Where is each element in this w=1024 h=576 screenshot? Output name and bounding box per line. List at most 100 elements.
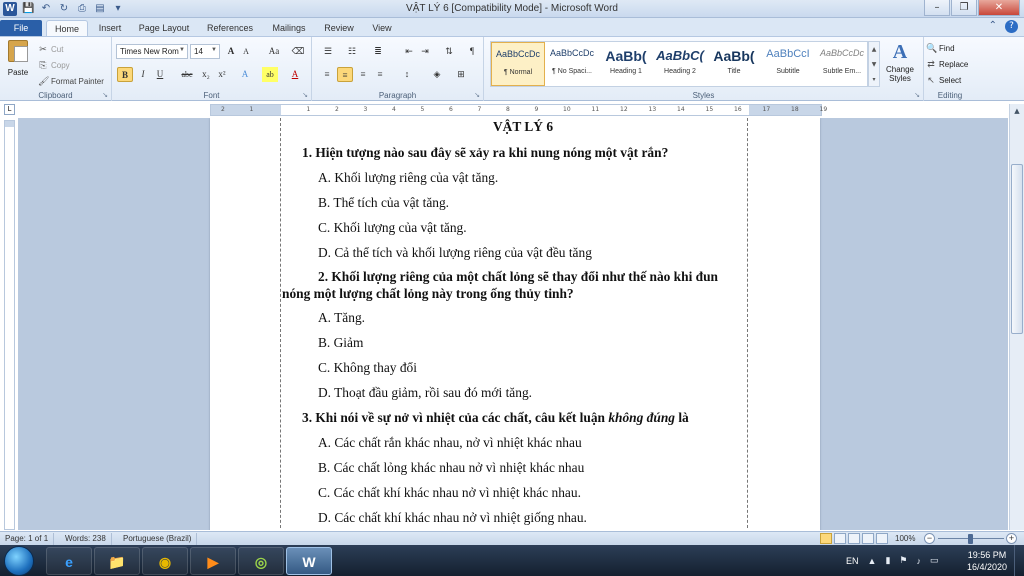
chrome-icon[interactable]: ◉ xyxy=(142,547,188,575)
shading-icon[interactable]: ◈ xyxy=(428,67,446,82)
minimize-button[interactable]: – xyxy=(924,0,950,16)
q1-option-c[interactable]: C. Khối lượng của vật tăng. xyxy=(318,220,467,236)
zoom-slider-thumb[interactable] xyxy=(968,534,973,544)
grow-font-button[interactable]: A xyxy=(224,44,238,59)
change-styles-button[interactable]: A Change Styles xyxy=(882,41,918,87)
zoom-in-button[interactable]: + xyxy=(1006,533,1017,544)
justify-icon[interactable]: ≡ xyxy=(373,67,387,82)
q3-option-b[interactable]: B. Các chất lỏng khác nhau nở vì nhiệt k… xyxy=(318,460,584,476)
horizontal-ruler[interactable]: 2 1 1 2 3 4 5 6 7 8 9 10 11 12 13 14 15 16 17 18 19 xyxy=(210,104,827,116)
app-icon[interactable]: ◎ xyxy=(238,547,284,575)
question-2-line-1[interactable]: 2. Khối lượng riêng của một chất lỏng sẽ… xyxy=(318,269,718,285)
word-count[interactable]: Words: 238 xyxy=(60,533,112,545)
show-desktop-button[interactable] xyxy=(1014,545,1024,576)
style-normal[interactable]: AaBbCcDc ¶ Normal xyxy=(491,42,545,86)
vertical-scrollbar[interactable]: ▲ xyxy=(1009,104,1024,530)
q2-option-a[interactable]: A. Tăng. xyxy=(318,310,365,326)
tab-references[interactable]: References xyxy=(202,20,258,36)
q1-option-a[interactable]: A. Khối lượng riêng của vật tăng. xyxy=(318,170,498,186)
increase-indent-icon[interactable]: ⇥ xyxy=(418,44,432,59)
strikethrough-button[interactable]: abc xyxy=(178,67,196,82)
font-launcher-icon[interactable]: ↘ xyxy=(302,91,308,99)
tab-selector[interactable]: L xyxy=(4,104,15,115)
subscript-button[interactable]: x₂ xyxy=(199,67,213,82)
superscript-button[interactable]: x² xyxy=(215,67,229,82)
clear-formatting-icon[interactable]: ⌫ xyxy=(290,44,306,59)
flag-icon[interactable]: ⚑ xyxy=(899,555,907,566)
align-right-icon[interactable]: ≡ xyxy=(356,67,370,82)
media-player-icon[interactable]: ▶ xyxy=(190,547,236,575)
zoom-level[interactable]: 100% xyxy=(895,533,915,545)
line-spacing-icon[interactable]: ↕ xyxy=(398,67,416,82)
font-size-box[interactable]: 14 ▼ xyxy=(190,44,220,59)
internet-explorer-icon[interactable]: e xyxy=(46,547,92,575)
select-button[interactable]: ↖ Select xyxy=(926,72,968,88)
find-button[interactable]: 🔍 Find xyxy=(926,40,968,56)
tab-view[interactable]: View xyxy=(366,20,398,36)
tab-home[interactable]: Home xyxy=(46,20,88,36)
bullets-icon[interactable]: ☰ xyxy=(320,44,336,59)
style-title[interactable]: AaBb( Title xyxy=(707,42,761,86)
tab-file[interactable]: File xyxy=(0,20,42,36)
format-painter-button[interactable]: 🖌 Format Painter xyxy=(38,73,104,89)
q2-option-b[interactable]: B. Giảm xyxy=(318,335,363,351)
q1-option-d[interactable]: D. Cả thể tích và khối lượng riêng của v… xyxy=(318,245,592,261)
volume-icon[interactable]: ♪ xyxy=(916,556,921,566)
style-subtitle[interactable]: AaBbCcI Subtitle xyxy=(761,42,815,86)
outline-icon[interactable] xyxy=(862,533,874,544)
tab-review[interactable]: Review xyxy=(320,20,358,36)
question-2-line-2[interactable]: nóng một lượng chất lỏng này trong ống t… xyxy=(282,286,574,302)
vertical-ruler[interactable] xyxy=(4,120,15,530)
text-effects-button[interactable]: A xyxy=(238,67,252,82)
style-heading-2[interactable]: AaBbC( Heading 2 xyxy=(653,42,707,86)
q3-option-c[interactable]: C. Các chất khí khác nhau nở vì nhiệt kh… xyxy=(318,485,581,501)
paste-button[interactable]: Paste xyxy=(4,40,32,80)
font-color-button[interactable]: A xyxy=(288,67,302,82)
cut-button[interactable]: ✂ Cut xyxy=(38,41,104,57)
style-no-spacing[interactable]: AaBbCcDc ¶ No Spaci... xyxy=(545,42,599,86)
underline-button[interactable]: U xyxy=(153,67,167,82)
paragraph-launcher-icon[interactable]: ↘ xyxy=(474,91,480,99)
tab-mailings[interactable]: Mailings xyxy=(266,20,312,36)
decrease-indent-icon[interactable]: ⇤ xyxy=(402,44,416,59)
question-3[interactable]: 3. Khi nói về sự nở vì nhiệt của các chấ… xyxy=(302,410,689,426)
draft-icon[interactable] xyxy=(876,533,888,544)
font-name-box[interactable]: Times New Rom ▼ xyxy=(116,44,188,59)
borders-icon[interactable]: ⊞ xyxy=(452,67,470,82)
q2-option-d[interactable]: D. Thoạt đầu giảm, rồi sau đó mới tăng. xyxy=(318,385,532,401)
help-icon[interactable]: ? xyxy=(1005,20,1018,33)
q1-option-b[interactable]: B. Thể tích của vật tăng. xyxy=(318,195,449,211)
file-explorer-icon[interactable]: 📁 xyxy=(94,547,140,575)
q3-option-d[interactable]: D. Các chất khí khác nhau nở vì nhiệt gi… xyxy=(318,510,587,526)
clipboard-launcher-icon[interactable]: ↘ xyxy=(102,91,108,99)
question-1[interactable]: 1. Hiện tượng nào sau đây sẽ xảy ra khi … xyxy=(302,145,668,161)
show-hide-button[interactable]: ¶ xyxy=(466,44,478,59)
print-layout-icon[interactable] xyxy=(820,533,832,544)
bold-button[interactable]: B xyxy=(117,67,133,82)
full-screen-reading-icon[interactable] xyxy=(834,533,846,544)
align-center-icon[interactable]: ≡ xyxy=(337,67,353,82)
network-icon[interactable]: ▮ xyxy=(885,555,890,566)
page-count[interactable]: Page: 1 of 1 xyxy=(0,533,55,545)
q3-option-a[interactable]: A. Các chất rắn khác nhau, nở vì nhiệt k… xyxy=(318,435,582,451)
close-button[interactable]: ✕ xyxy=(978,0,1020,16)
minimize-ribbon-icon[interactable]: ⌃ xyxy=(989,20,997,33)
shrink-font-button[interactable]: A xyxy=(240,44,252,59)
copy-button[interactable]: ⎘ Copy xyxy=(38,57,104,73)
battery-icon[interactable]: ▭ xyxy=(930,555,939,566)
styles-scroll[interactable]: ▲ ▼ ▾ xyxy=(868,41,880,87)
q2-option-c[interactable]: C. Không thay đổi xyxy=(318,360,417,376)
scrollbar-thumb[interactable] xyxy=(1011,164,1023,334)
start-button[interactable] xyxy=(4,546,34,576)
web-layout-icon[interactable] xyxy=(848,533,860,544)
zoom-out-button[interactable]: − xyxy=(924,533,935,544)
replace-button[interactable]: ⇄ Replace xyxy=(926,56,968,72)
highlight-button[interactable]: ab xyxy=(262,67,278,82)
tab-insert[interactable]: Insert xyxy=(92,20,128,36)
change-case-button[interactable]: Aa xyxy=(264,44,284,59)
numbering-icon[interactable]: ☷ xyxy=(344,44,360,59)
clock[interactable]: 19:56 PM 16/4/2020 xyxy=(962,549,1012,573)
style-subtle-emphasis[interactable]: AaBbCcDc Subtle Em... xyxy=(815,42,869,86)
styles-launcher-icon[interactable]: ↘ xyxy=(914,91,920,99)
scroll-up-icon[interactable]: ▲ xyxy=(1010,104,1024,118)
